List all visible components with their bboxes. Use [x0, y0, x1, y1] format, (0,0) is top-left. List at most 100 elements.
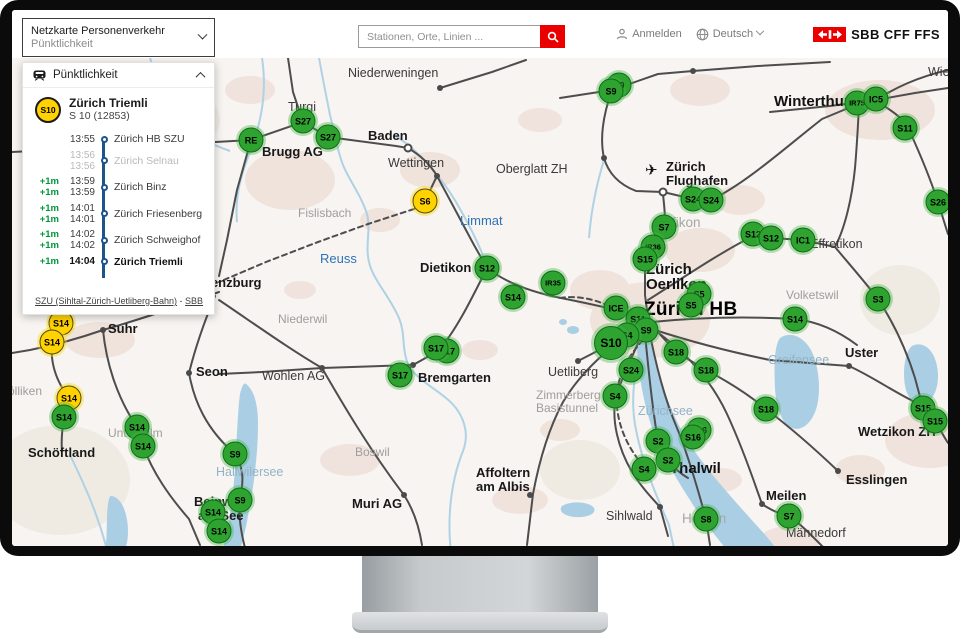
language-select[interactable]: Deutsch: [696, 28, 763, 41]
station-marker[interactable]: [434, 173, 440, 179]
station-marker[interactable]: [690, 68, 696, 74]
map-place-label: Wohlen AG: [262, 369, 325, 383]
panel-title: Pünktlichkeit: [53, 69, 190, 81]
map-line-badge[interactable]: S16: [681, 425, 706, 450]
map-place-label: Muri AG: [352, 496, 402, 511]
map-place-label: Oberglatt ZH: [496, 162, 568, 176]
map-place-label: Winterthur: [774, 93, 850, 110]
map-line-badge[interactable]: S24: [619, 358, 644, 383]
login-link[interactable]: Anmelden: [616, 28, 682, 40]
monitor-stand-base: [352, 612, 608, 633]
map-line-badge[interactable]: S14: [207, 519, 232, 544]
user-icon: [616, 28, 628, 40]
map-line-badge[interactable]: S12: [475, 256, 500, 281]
map-place-label: Volketswil: [786, 288, 839, 302]
station-marker[interactable]: [437, 85, 443, 91]
map-line-badge[interactable]: S11: [893, 116, 918, 141]
map-line-badge[interactable]: S27: [291, 109, 316, 134]
map-line-badge[interactable]: S14: [131, 434, 156, 459]
map-place-label: Affoltern: [476, 465, 530, 480]
map-line-badge[interactable]: S6: [413, 189, 438, 214]
station-marker[interactable]: [659, 188, 668, 197]
station-marker[interactable]: [759, 501, 765, 507]
map-place-label: Sihlwald: [606, 509, 653, 523]
train-destination: Zürich Triemli: [69, 96, 148, 110]
map-line-badge[interactable]: S18: [664, 340, 689, 365]
map-place-label: Dietikon: [420, 260, 471, 275]
map-line-badge[interactable]: S26: [926, 190, 949, 215]
map-line-badge[interactable]: S12: [759, 226, 784, 251]
map-line-badge[interactable]: RE: [239, 128, 264, 153]
chevron-up-icon[interactable]: [196, 71, 206, 81]
map-line-badge[interactable]: S18: [754, 397, 779, 422]
station-marker[interactable]: [846, 363, 852, 369]
map-line-badge[interactable]: S27: [316, 125, 341, 150]
station-marker[interactable]: [527, 492, 533, 498]
station-marker[interactable]: [835, 468, 841, 474]
map-line-badge[interactable]: S9: [599, 79, 624, 104]
map-line-badge[interactable]: S3: [866, 287, 891, 312]
map-place-label: Kölliken: [12, 384, 42, 398]
map-line-badge[interactable]: S14: [40, 330, 65, 355]
map-line-badge[interactable]: S2: [656, 448, 681, 473]
map-place-label: Hallwilersee: [216, 465, 283, 479]
map-line-badge[interactable]: S14: [783, 307, 808, 332]
map-line-badge[interactable]: S4: [632, 457, 657, 482]
station-marker[interactable]: [657, 504, 663, 510]
map-place-label: Uetliberg: [548, 365, 598, 379]
map-line-badge[interactable]: S24: [699, 188, 724, 213]
map-line-badge[interactable]: S7: [777, 504, 802, 529]
map-place-label: Uster: [845, 345, 878, 360]
map-place-label: Zürichsee: [638, 404, 693, 418]
map-line-badge[interactable]: S17: [424, 336, 449, 361]
map-place-label: Flughafen: [666, 173, 728, 188]
operator-link[interactable]: SBB: [185, 296, 203, 306]
map-line-badge[interactable]: S15: [923, 409, 948, 434]
network-layer-select[interactable]: Netzkarte Personenverkehr Pünktlichkeit: [22, 18, 215, 57]
map-place-label: Greifensee: [768, 353, 829, 367]
map-place-label: Wiesendangen: [928, 65, 948, 79]
map-line-badge[interactable]: S15: [633, 247, 658, 272]
stop-row: +1m+1m14:0214:02Zürich Schweighof: [35, 229, 208, 251]
map-place-label: Fislisbach: [298, 206, 351, 220]
operator-link[interactable]: SZU (Sihltal-Zürich-Uetliberg-Bahn): [35, 296, 177, 306]
stop-row: +1m+1m13:5913:59Zürich Binz: [35, 176, 208, 198]
panel-header[interactable]: Pünktlichkeit: [23, 63, 214, 88]
station-marker[interactable]: [401, 492, 407, 498]
map-line-badge[interactable]: IC5: [864, 87, 889, 112]
top-bar-right: Anmelden Deutsch: [616, 10, 940, 58]
map-line-badge[interactable]: S17: [388, 363, 413, 388]
map-line-badge[interactable]: S5: [679, 293, 704, 318]
map-place-label: Limmat: [460, 213, 503, 228]
map-line-badge[interactable]: S9: [223, 442, 248, 467]
map-line-badge[interactable]: S14: [52, 405, 77, 430]
map-line-badge[interactable]: IC1: [791, 228, 816, 253]
stop-row: +1m+1m14:0114:01Zürich Friesenberg: [35, 203, 208, 225]
station-marker[interactable]: [319, 365, 325, 371]
stop-list: 13:55Zürich HB SZU13:5613:56Zürich Selna…: [35, 133, 208, 268]
stop-row: +1m14:04Zürich Triemli: [35, 256, 208, 268]
search-button[interactable]: [540, 25, 565, 48]
station-marker[interactable]: [575, 358, 581, 364]
punctuality-panel: Pünktlichkeit S10 Zürich Triemli S 10 (1…: [22, 62, 215, 315]
map-line-badge[interactable]: S10: [594, 326, 628, 360]
station-marker[interactable]: [410, 362, 416, 368]
station-marker[interactable]: [100, 327, 106, 333]
map-line-badge[interactable]: S18: [694, 358, 719, 383]
login-label: Anmelden: [632, 28, 682, 40]
station-marker[interactable]: [601, 155, 607, 161]
map-line-badge[interactable]: IR35: [541, 271, 566, 296]
layer-select-value: Netzkarte Personenverkehr: [31, 25, 199, 38]
map-line-badge[interactable]: S14: [501, 285, 526, 310]
map-line-badge[interactable]: S9: [228, 488, 253, 513]
panel-footer: SZU (Sihltal-Zürich-Uetliberg-Bahn) - SB…: [23, 290, 214, 314]
monitor-bezel: NiederweningenTurgiBrugg AGBadenWettinge…: [0, 0, 960, 556]
map-place-label: Effretikon: [810, 237, 863, 251]
map-place-label: Seon: [196, 364, 228, 379]
station-marker[interactable]: [186, 370, 192, 376]
map-place-label: Niederweningen: [348, 66, 438, 80]
map-line-badge[interactable]: S8: [694, 507, 719, 532]
search-input[interactable]: [358, 25, 540, 48]
map-line-badge[interactable]: S4: [603, 384, 628, 409]
station-marker[interactable]: [404, 144, 413, 153]
